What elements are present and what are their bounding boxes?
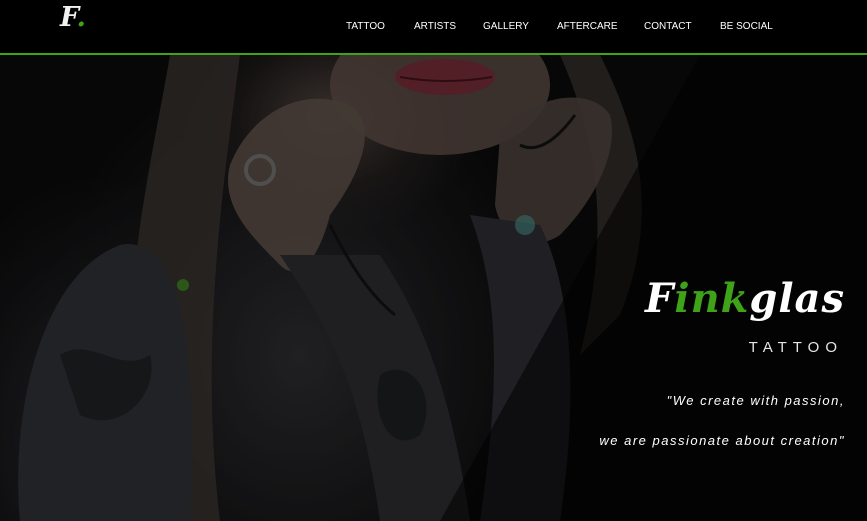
hero-section: Finkglas TATTOO "We create with passion,… xyxy=(0,55,867,521)
brand-title: Finkglas xyxy=(645,275,845,322)
nav-gallery[interactable]: GALLERY xyxy=(483,21,529,32)
nav-contact[interactable]: CONTACT xyxy=(644,21,692,32)
brand-title-highlight: ink xyxy=(674,275,750,322)
nav-be-social[interactable]: BE SOCIAL xyxy=(720,21,773,32)
brand-subtitle: TATTOO xyxy=(748,339,843,356)
nav-tattoo[interactable]: TATTOO xyxy=(346,21,385,32)
quote-line-2: we are passionate about creation" xyxy=(599,433,845,448)
nav-artists[interactable]: ARTISTS xyxy=(414,21,456,32)
quote-line-1: "We create with passion, xyxy=(666,393,845,408)
nav-aftercare[interactable]: AFTERCARE xyxy=(557,21,618,32)
site-header: F. TATTOO ARTISTS GALLERY AFTERCARE CONT… xyxy=(0,0,867,55)
main-nav: TATTOO ARTISTS GALLERY AFTERCARE CONTACT… xyxy=(0,21,867,35)
brand-title-prefix: F xyxy=(644,275,675,322)
brand-title-suffix: glas xyxy=(749,275,845,322)
